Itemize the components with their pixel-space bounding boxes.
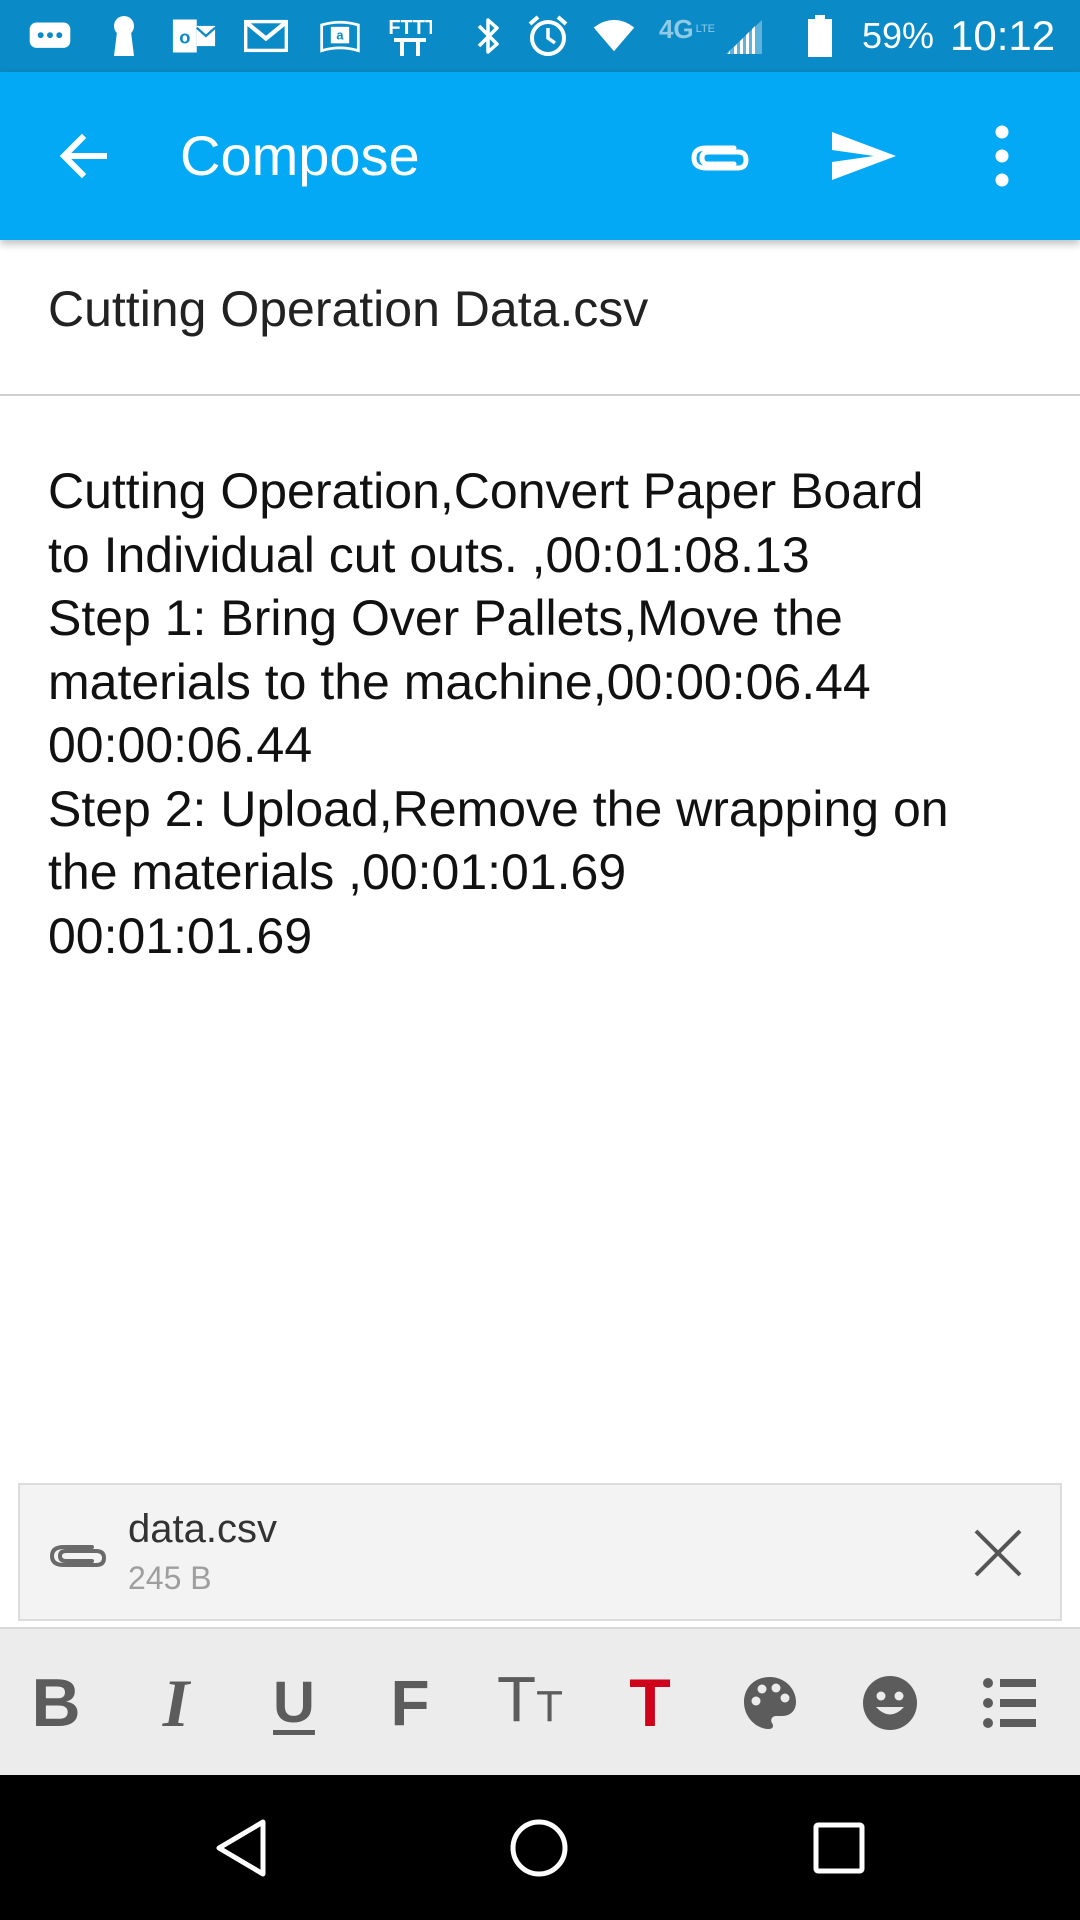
network-type-label: 4G bbox=[658, 14, 694, 44]
send-icon bbox=[832, 132, 896, 180]
svg-text:o: o bbox=[179, 26, 190, 47]
network-4g-lte-icon: 4G LTE bbox=[652, 14, 722, 58]
bulleted-list-button[interactable] bbox=[960, 1653, 1060, 1753]
paperclip-icon bbox=[42, 1525, 114, 1585]
subject-row: Cutting Operation Data.csv bbox=[0, 240, 1080, 396]
close-icon bbox=[974, 1529, 1022, 1577]
navigation-bar bbox=[0, 1775, 1080, 1920]
emoji-icon bbox=[863, 1676, 917, 1730]
outlook-icon: o bbox=[172, 14, 216, 58]
text-size-button[interactable]: TT bbox=[480, 1653, 580, 1753]
body-line: to Individual cut outs. ,00:01:08.13 bbox=[48, 526, 810, 583]
messaging-icon bbox=[28, 14, 72, 58]
amazon-kindle-icon: a bbox=[318, 14, 362, 58]
keyhole-icon bbox=[102, 14, 146, 58]
italic-label: I bbox=[162, 1665, 190, 1741]
underline-label: U bbox=[273, 1670, 315, 1735]
nav-home-icon bbox=[510, 1819, 568, 1877]
underline-button[interactable]: U bbox=[244, 1653, 344, 1753]
more-vert-icon bbox=[995, 125, 1009, 187]
remove-attachment-button[interactable] bbox=[960, 1515, 1036, 1591]
message-body[interactable]: Cutting Operation,Convert Paper Board to… bbox=[48, 460, 1038, 968]
network-sub-label: LTE bbox=[695, 23, 716, 35]
alarm-icon bbox=[526, 14, 570, 58]
attachment-file-size: 245 B bbox=[128, 1560, 212, 1596]
back-button[interactable] bbox=[40, 112, 128, 200]
emoji-button[interactable] bbox=[840, 1653, 940, 1753]
battery-icon bbox=[798, 14, 842, 58]
attach-icon bbox=[691, 145, 749, 171]
status-bar: o a IFTTT 4G LTE 59% 10:12 bbox=[0, 0, 1080, 72]
subject-input[interactable]: Cutting Operation Data.csv bbox=[48, 274, 1032, 344]
body-line: Step 1: Bring Over Pallets,Move the bbox=[48, 590, 843, 646]
body-line: the materials ,00:01:01.69 bbox=[48, 844, 627, 900]
text-color-label: T bbox=[629, 1665, 671, 1741]
text-size-small-label: T bbox=[536, 1682, 563, 1731]
bulleted-list-icon bbox=[983, 1678, 1036, 1728]
format-toolbar: B I U F TT T bbox=[0, 1627, 1080, 1775]
palette-icon bbox=[744, 1677, 796, 1729]
font-label: F bbox=[390, 1667, 430, 1739]
body-line: materials to the machine,00:00:06.44 bbox=[48, 653, 871, 710]
attachment-card[interactable]: data.csv 245 B bbox=[18, 1483, 1062, 1621]
body-line: 00:00:06.44 bbox=[48, 717, 313, 773]
wifi-icon bbox=[592, 14, 636, 58]
font-button[interactable]: F bbox=[360, 1653, 460, 1753]
svg-text:a: a bbox=[336, 28, 344, 43]
italic-button[interactable]: I bbox=[126, 1653, 226, 1753]
bold-button[interactable]: B bbox=[6, 1653, 106, 1753]
bluetooth-icon bbox=[466, 14, 510, 58]
palette-button[interactable] bbox=[720, 1653, 820, 1753]
battery-percent: 59% bbox=[862, 15, 935, 56]
body-line: Step 2: Upload,Remove the wrapping on bbox=[48, 780, 949, 837]
attach-button[interactable] bbox=[676, 112, 764, 200]
bold-label: B bbox=[31, 1665, 81, 1741]
back-arrow-icon bbox=[59, 133, 107, 179]
body-line: 00:01:01.69 bbox=[48, 907, 313, 964]
ifttt-label: IFTTT bbox=[388, 17, 432, 39]
text-color-button[interactable]: T bbox=[600, 1653, 700, 1753]
ifttt-icon: IFTTT bbox=[388, 14, 432, 58]
signal-icon bbox=[722, 14, 766, 58]
page-title: Compose bbox=[180, 124, 420, 187]
more-options-button[interactable] bbox=[958, 112, 1046, 200]
send-button[interactable] bbox=[820, 112, 908, 200]
gmail-icon bbox=[244, 14, 288, 58]
nav-back-icon bbox=[216, 1819, 266, 1877]
nav-back-button[interactable] bbox=[196, 1803, 286, 1893]
nav-recents-button[interactable] bbox=[794, 1803, 884, 1893]
text-size-big-label: T bbox=[497, 1663, 537, 1735]
body-line: Cutting Operation,Convert Paper Board bbox=[48, 463, 924, 519]
attachment-file-name: data.csv bbox=[128, 1507, 277, 1551]
nav-recents-icon bbox=[813, 1822, 865, 1874]
nav-home-button[interactable] bbox=[494, 1803, 584, 1893]
clock: 10:12 bbox=[950, 12, 1056, 59]
app-bar: Compose bbox=[0, 72, 1080, 240]
